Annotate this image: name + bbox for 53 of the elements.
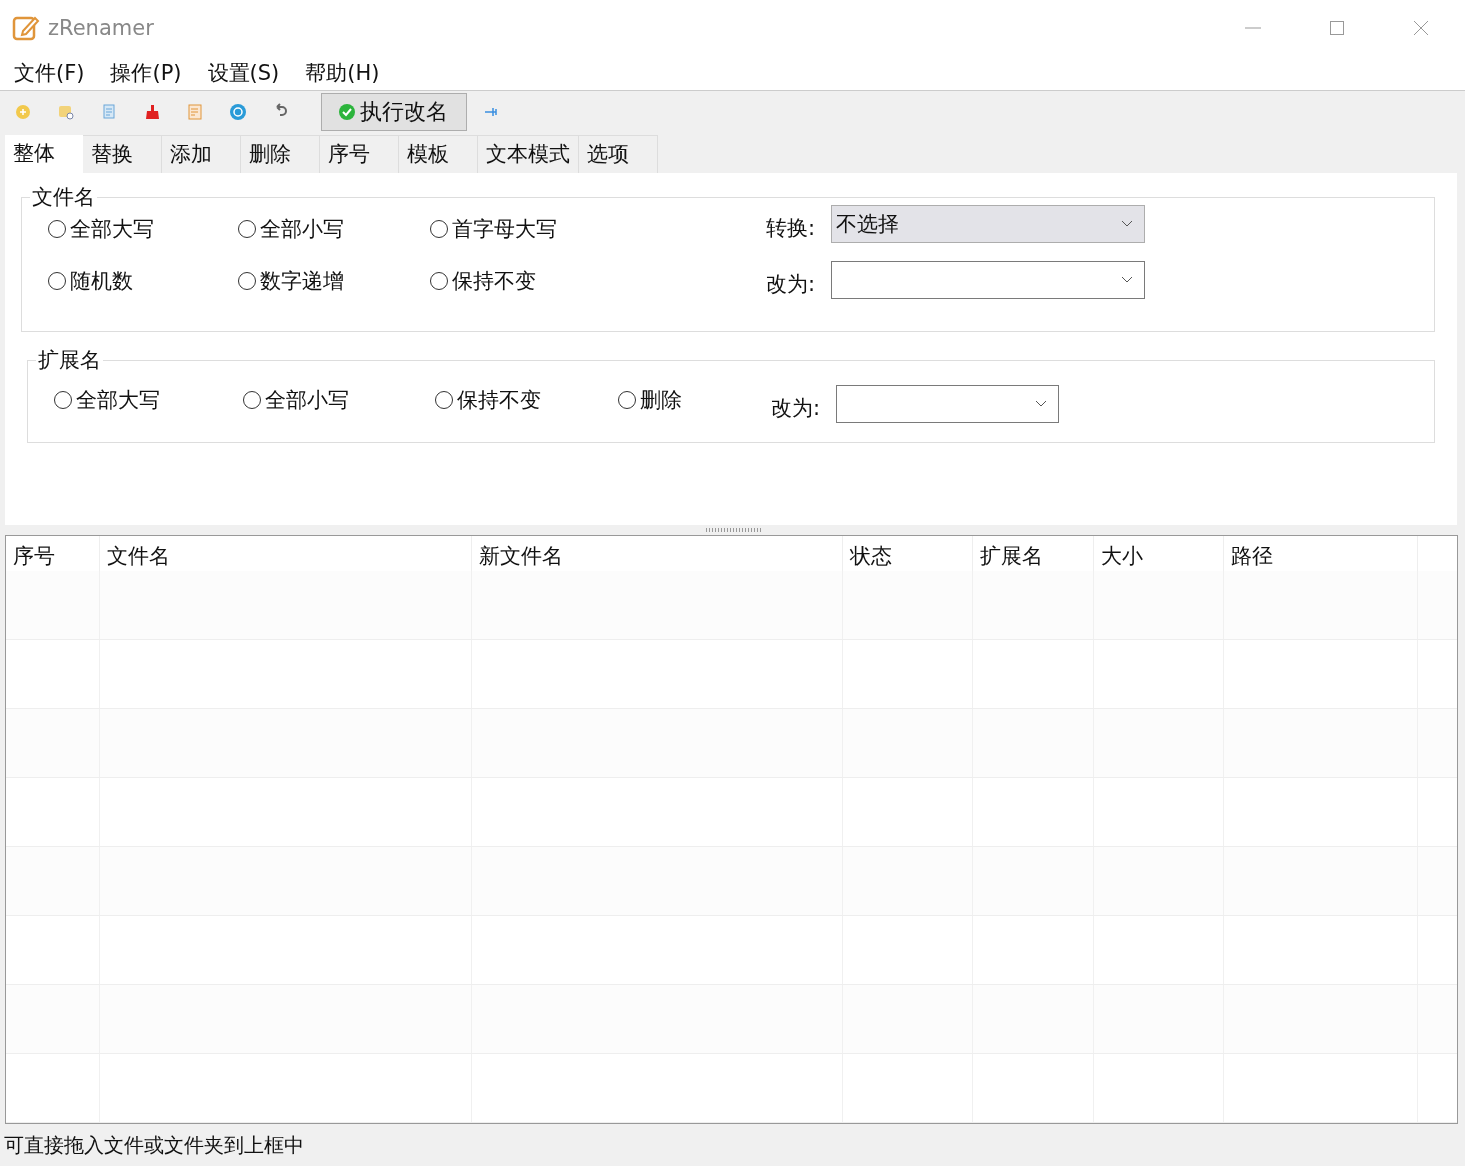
splitter-grip[interactable] <box>704 528 761 532</box>
field-label: 转换: <box>766 215 816 242</box>
tab[interactable]: 序号 <box>320 135 399 173</box>
radio-option[interactable]: 全部小写 <box>243 382 435 418</box>
chevron-down-icon <box>1122 221 1133 227</box>
radio-option[interactable]: 数字递增 <box>238 263 430 299</box>
radio-button[interactable] <box>430 272 448 290</box>
maximize-icon[interactable] <box>1329 19 1345 36</box>
tab[interactable]: 选项 <box>579 135 658 173</box>
menu-item[interactable]: 文件(F) <box>14 58 85 87</box>
radio-button[interactable] <box>243 391 261 409</box>
convert-dropdown[interactable]: 不选择 <box>831 205 1146 243</box>
folder-icon[interactable] <box>57 103 75 121</box>
radio-button[interactable] <box>48 220 66 238</box>
chevron-down-icon <box>1122 277 1133 283</box>
radio-button[interactable] <box>54 391 72 409</box>
radio-button[interactable] <box>238 220 256 238</box>
field-label: 改为: <box>766 271 816 298</box>
radio-button[interactable] <box>48 272 66 290</box>
tab[interactable]: 添加 <box>162 135 241 173</box>
change-to-dropdown[interactable] <box>831 261 1146 299</box>
tab[interactable]: 替换 <box>83 135 162 173</box>
menu-item[interactable]: 操作(P) <box>110 58 182 87</box>
tab[interactable]: 删除 <box>241 135 320 173</box>
broom-icon[interactable] <box>143 103 161 121</box>
tab[interactable]: 文本模式 <box>478 135 579 173</box>
radio-option[interactable]: 全部小写 <box>238 211 430 247</box>
radio-option[interactable]: 随机数 <box>48 263 238 299</box>
close-icon[interactable] <box>1413 19 1429 36</box>
run-rename-button[interactable]: 执行改名 <box>321 93 467 131</box>
check-circle-icon <box>338 103 356 121</box>
status-text: 可直接拖入文件或文件夹到上框中 <box>4 1131 304 1159</box>
chevron-down-icon <box>1036 401 1047 407</box>
radio-option[interactable]: 全部大写 <box>48 211 238 247</box>
group-title: 扩展名 <box>37 347 102 374</box>
radio-option[interactable]: 保持不变 <box>435 382 618 418</box>
window-title: zRenamer <box>48 15 154 40</box>
radio-option[interactable]: 首字母大写 <box>430 211 766 247</box>
radio-button[interactable] <box>430 220 448 238</box>
radio-option[interactable]: 保持不变 <box>430 263 766 299</box>
radio-button[interactable] <box>435 391 453 409</box>
menu-item[interactable]: 设置(S) <box>207 58 280 87</box>
tab[interactable]: 整体 <box>5 135 83 173</box>
radio-option[interactable]: 全部大写 <box>54 382 243 418</box>
field-label: 改为: <box>771 395 821 422</box>
radio-button[interactable] <box>618 391 636 409</box>
checklist-icon[interactable] <box>186 103 204 121</box>
menu-item[interactable]: 帮助(H) <box>305 58 380 87</box>
radio-option[interactable]: 删除 <box>618 382 771 418</box>
group-title: 文件名 <box>31 184 96 211</box>
change-to-dropdown[interactable] <box>836 385 1060 423</box>
radio-button[interactable] <box>238 272 256 290</box>
tab[interactable]: 模板 <box>399 135 478 173</box>
